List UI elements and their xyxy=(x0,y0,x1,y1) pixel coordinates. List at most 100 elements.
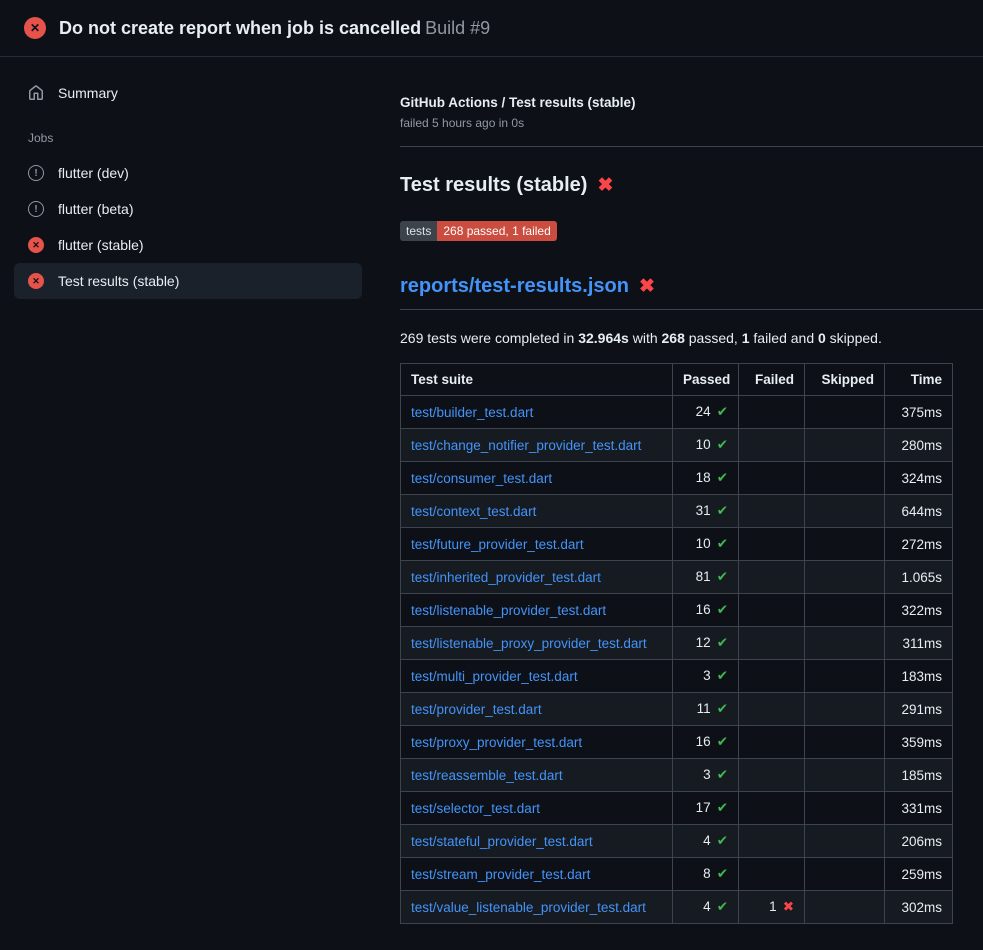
test-suite-link[interactable]: test/stream_provider_test.dart xyxy=(411,867,590,882)
test-suite-link[interactable]: test/proxy_provider_test.dart xyxy=(411,735,582,750)
test-suite-link[interactable]: test/provider_test.dart xyxy=(411,702,542,717)
home-icon xyxy=(28,85,44,101)
passed-cell: 16✔ xyxy=(673,726,739,759)
check-icon: ✔ xyxy=(717,635,728,650)
run-meta: failed 5 hours ago in 0s xyxy=(400,116,952,130)
passed-count: 12 xyxy=(696,635,711,650)
time-cell: 183ms xyxy=(885,660,953,693)
passed-cell: 4✔ xyxy=(673,825,739,858)
passed-cell: 17✔ xyxy=(673,792,739,825)
passed-cell: 10✔ xyxy=(673,429,739,462)
passed-cell: 31✔ xyxy=(673,495,739,528)
check-icon: ✔ xyxy=(717,602,728,617)
passed-cell: 4✔ xyxy=(673,891,739,924)
test-suite-link[interactable]: test/consumer_test.dart xyxy=(411,471,552,486)
badge-value: 268 passed, 1 failed xyxy=(437,221,556,241)
failed-cell: ✖ xyxy=(739,792,805,825)
check-icon: ✔ xyxy=(717,800,728,815)
time-cell: 1.065s xyxy=(885,561,953,594)
sidebar-job-item[interactable]: ✕ flutter (stable) xyxy=(14,227,362,263)
test-suite-cell: test/listenable_provider_test.dart xyxy=(401,594,673,627)
table-row: test/provider_test.dart 11✔ ✖ 291ms xyxy=(401,693,953,726)
test-suite-link[interactable]: test/stateful_provider_test.dart xyxy=(411,834,593,849)
test-suite-link[interactable]: test/change_notifier_provider_test.dart xyxy=(411,438,641,453)
test-suite-link[interactable]: test/future_provider_test.dart xyxy=(411,537,584,552)
column-header-skipped: Skipped xyxy=(805,364,885,396)
sidebar-job-label: flutter (dev) xyxy=(58,165,129,181)
test-suite-link[interactable]: test/selector_test.dart xyxy=(411,801,540,816)
passed-count: 31 xyxy=(696,503,711,518)
build-header: ✕ Do not create report when job is cance… xyxy=(0,0,983,57)
test-suite-link[interactable]: test/listenable_proxy_provider_test.dart xyxy=(411,636,647,651)
skipped-cell xyxy=(805,825,885,858)
summary-passed-count: 268 xyxy=(662,330,685,346)
passed-cell: 11 ✔ xyxy=(673,693,739,726)
passed-cell: 24✔ xyxy=(673,396,739,429)
table-row: test/consumer_test.dart 18✔ ✖ 324ms xyxy=(401,462,953,495)
sidebar-job-item[interactable]: ! flutter (dev) xyxy=(14,155,362,191)
check-icon: ✔ xyxy=(717,899,728,914)
test-results-table: Test suite Passed Failed Skipped Time te… xyxy=(400,363,953,924)
check-icon: ✔ xyxy=(717,833,728,848)
failed-cell: ✖ xyxy=(739,429,805,462)
skipped-cell xyxy=(805,693,885,726)
sidebar-job-item[interactable]: ! flutter (beta) xyxy=(14,191,362,227)
failed-cell: ✖ xyxy=(739,462,805,495)
failed-x-icon: ✖ xyxy=(597,176,613,195)
passed-cell: 8✔ xyxy=(673,858,739,891)
passed-cell: 18✔ xyxy=(673,462,739,495)
passed-count: 11 xyxy=(697,701,711,716)
tests-badge: tests 268 passed, 1 failed xyxy=(400,221,557,241)
test-suite-link[interactable]: test/inherited_provider_test.dart xyxy=(411,570,601,585)
build-number: Build #9 xyxy=(425,18,490,38)
test-suite-link[interactable]: test/value_listenable_provider_test.dart xyxy=(411,900,646,915)
time-cell: 272ms xyxy=(885,528,953,561)
failed-cell: 1✖ xyxy=(739,891,805,924)
column-header-test-suite: Test suite xyxy=(401,364,673,396)
failed-cell: ✖ xyxy=(739,396,805,429)
sidebar-job-label: flutter (stable) xyxy=(58,237,144,253)
skipped-cell xyxy=(805,561,885,594)
badge-label: tests xyxy=(400,221,437,241)
sidebar-job-item[interactable]: ✕ Test results (stable) xyxy=(14,263,362,299)
alert-circle-icon: ! xyxy=(28,201,44,217)
time-cell: 324ms xyxy=(885,462,953,495)
table-row: test/future_provider_test.dart 10✔ ✖ 272… xyxy=(401,528,953,561)
summary-text: 269 tests were completed in xyxy=(400,330,578,346)
test-suite-cell: test/selector_test.dart xyxy=(401,792,673,825)
passed-count: 3 xyxy=(703,668,711,683)
alert-circle-icon: ! xyxy=(28,165,44,181)
check-icon: ✔ xyxy=(717,536,728,551)
skipped-cell xyxy=(805,660,885,693)
column-header-time: Time xyxy=(885,364,953,396)
test-suite-link[interactable]: test/listenable_provider_test.dart xyxy=(411,603,606,618)
failed-cell: ✖ xyxy=(739,495,805,528)
test-suite-link[interactable]: test/context_test.dart xyxy=(411,504,536,519)
sidebar-job-label: flutter (beta) xyxy=(58,201,133,217)
test-suite-link[interactable]: test/multi_provider_test.dart xyxy=(411,669,578,684)
check-icon: ✔ xyxy=(717,767,728,782)
test-suite-link[interactable]: test/reassemble_test.dart xyxy=(411,768,563,783)
failed-cell: ✖ xyxy=(739,759,805,792)
test-suite-link[interactable]: test/builder_test.dart xyxy=(411,405,533,420)
report-link[interactable]: reports/test-results.json xyxy=(400,275,629,298)
sidebar-item-summary[interactable]: Summary xyxy=(14,75,362,111)
test-suite-cell: test/future_provider_test.dart xyxy=(401,528,673,561)
table-row: test/builder_test.dart 24✔ ✖ 375ms xyxy=(401,396,953,429)
time-cell: 322ms xyxy=(885,594,953,627)
table-row: test/selector_test.dart 17✔ ✖ 331ms xyxy=(401,792,953,825)
passed-count: 8 xyxy=(703,866,711,881)
summary-skipped-count: 0 xyxy=(818,330,826,346)
check-icon: ✔ xyxy=(717,866,728,881)
failed-cell: ✖ xyxy=(739,627,805,660)
check-icon: ✔ xyxy=(717,668,728,683)
build-title-text: Do not create report when job is cancell… xyxy=(59,18,421,38)
summary-line: 269 tests were completed in 32.964s with… xyxy=(400,330,952,346)
skipped-cell xyxy=(805,462,885,495)
build-title: Do not create report when job is cancell… xyxy=(59,18,490,39)
app: ✕ Do not create report when job is cance… xyxy=(0,0,983,944)
check-icon: ✔ xyxy=(717,701,728,716)
table-row: test/stream_provider_test.dart 8✔ ✖ 259m… xyxy=(401,858,953,891)
failed-cell: ✖ xyxy=(739,561,805,594)
skipped-cell xyxy=(805,627,885,660)
